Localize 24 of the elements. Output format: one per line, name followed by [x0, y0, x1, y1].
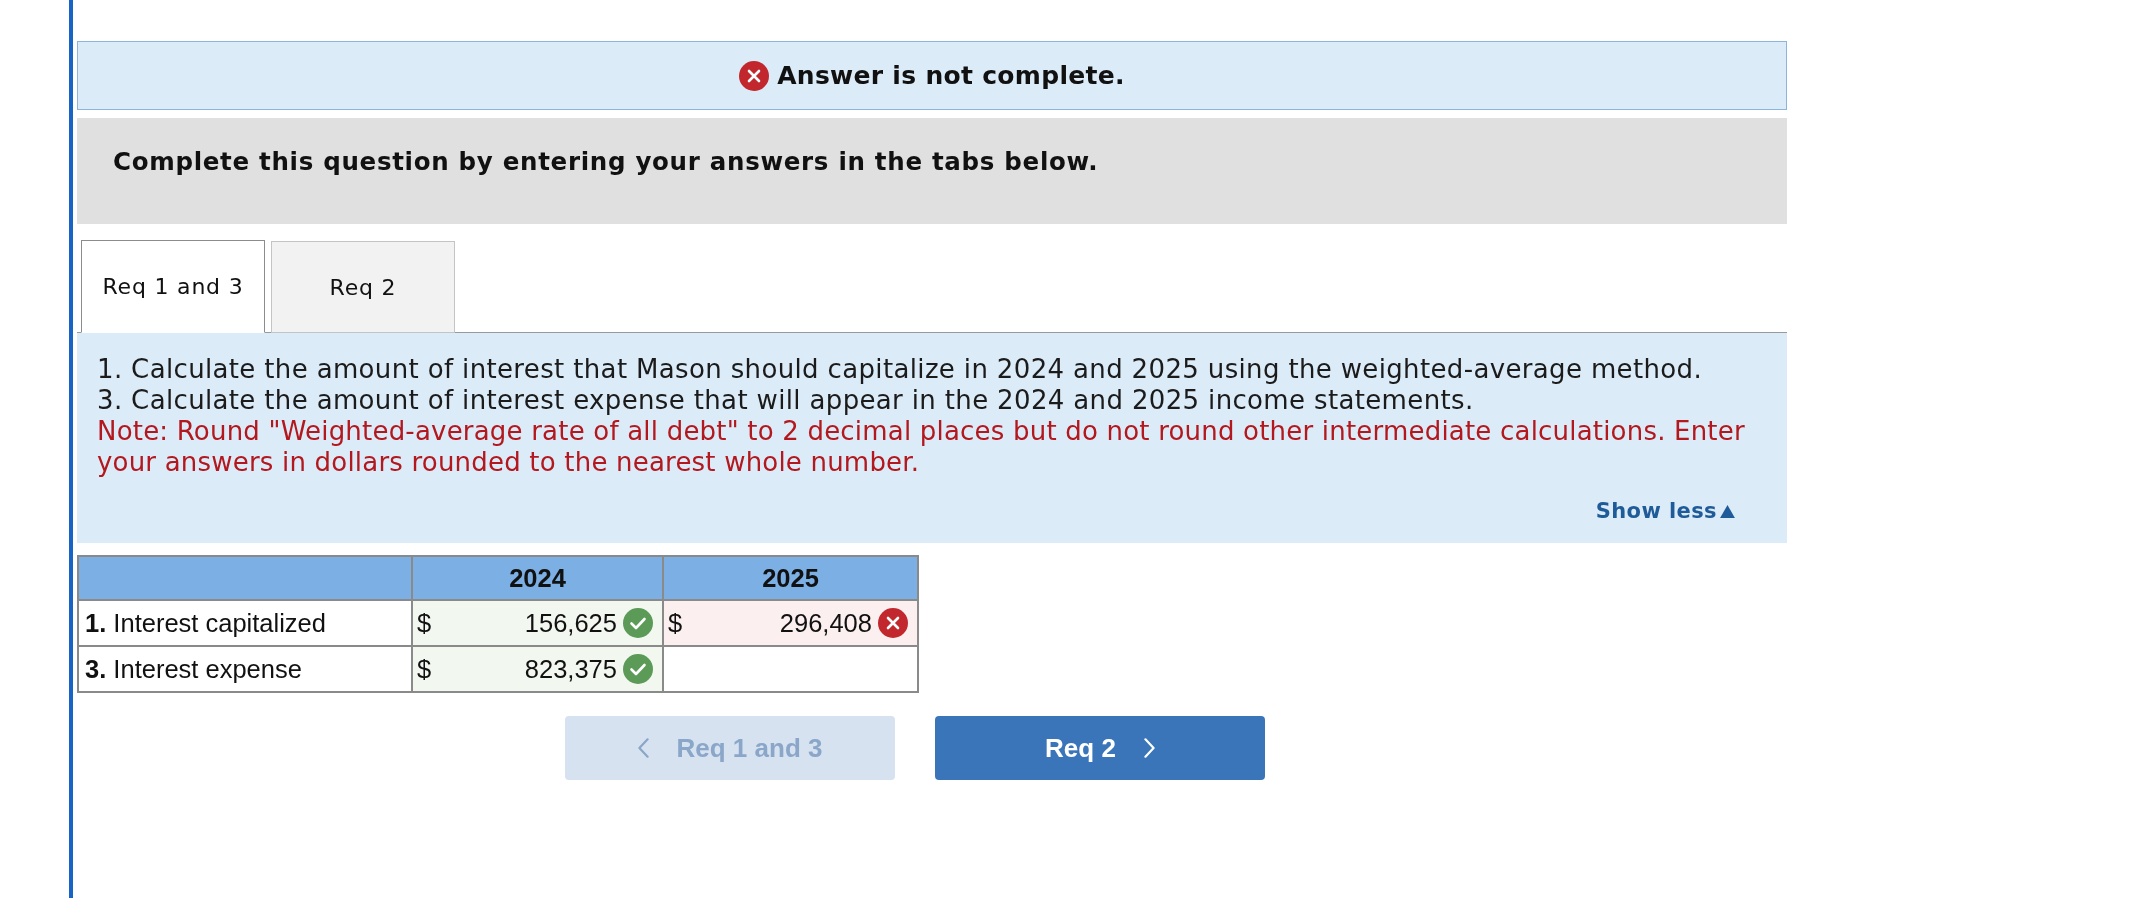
answer-value: 296,408 [778, 608, 872, 638]
column-header: 2025 [663, 556, 918, 600]
answer-value: 823,375 [523, 654, 617, 684]
banner-message: Answer is not complete. [777, 61, 1125, 90]
instruction-text: 1. Calculate the amount of interest that Mason should capitalize in 2024 and 2025 using the weighted-average method. [97, 354, 1704, 385]
currency-symbol: $ [668, 608, 683, 638]
chevron-left-icon [637, 738, 649, 758]
next-button[interactable]: Req 2 [935, 716, 1265, 780]
answer-field[interactable]: $ 296,408 [664, 601, 917, 645]
currency-symbol: $ [417, 654, 432, 684]
column-header: 2024 [412, 556, 663, 600]
answer-field[interactable]: $ 156,625 [413, 601, 662, 645]
row-label: 1. Interest capitalized [78, 600, 412, 646]
tab[interactable]: Req 2 [271, 241, 455, 333]
chevron-right-icon [1143, 738, 1155, 758]
row-label: 3. Interest expense [78, 646, 412, 692]
note-text: Note: Round "Weighted-average rate of all debt" to 2 decimal places but do not round other intermediate calculations. Enter your answers in dollars rounded to the nearest whole number. [97, 416, 1746, 478]
show-less-link[interactable]: Show less [1595, 499, 1735, 523]
answer-field[interactable]: $ 823,375 [413, 647, 662, 691]
currency-symbol: $ [417, 608, 432, 638]
answer-value: 156,625 [523, 608, 617, 638]
tab[interactable]: Req 1 and 3 [81, 240, 265, 333]
instruction-text: 3. Calculate the amount of interest expense that will appear in the 2024 and 2025 income statements. [97, 385, 1475, 416]
prompt-text: Complete this question by entering your answers in the tabs below. [113, 147, 1099, 176]
